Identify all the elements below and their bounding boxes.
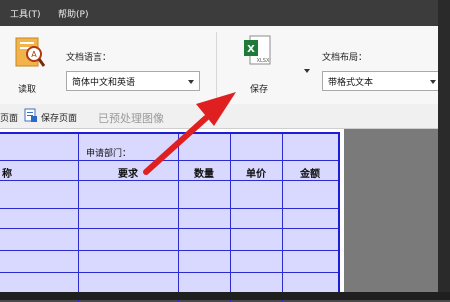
window-edge-bottom <box>0 292 450 300</box>
annotation-arrow <box>143 92 236 175</box>
window-edge <box>438 0 450 300</box>
